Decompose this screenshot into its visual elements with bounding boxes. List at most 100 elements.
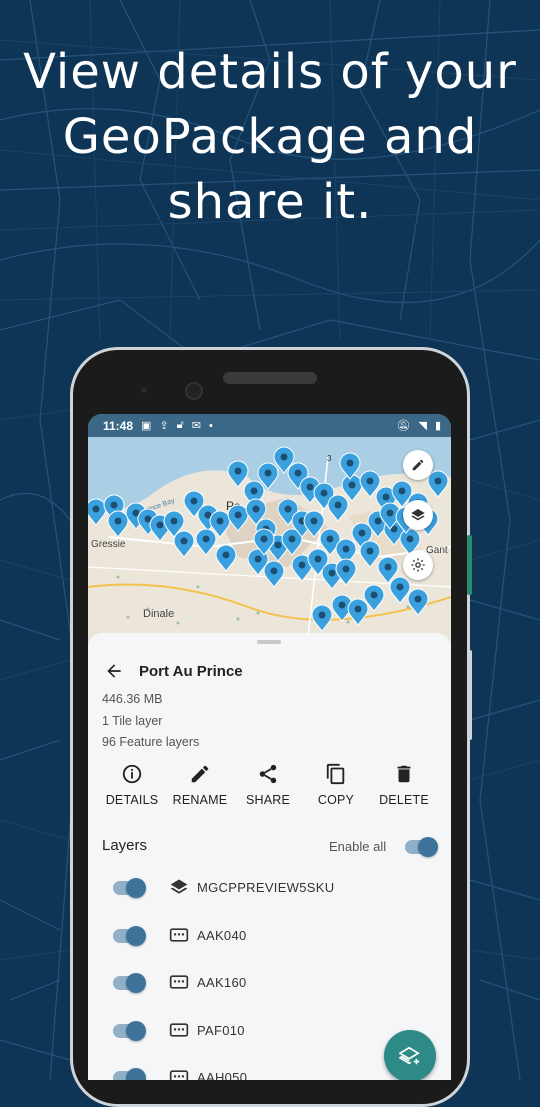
layer-toggle[interactable] [113, 973, 146, 993]
map-marker-dot [234, 511, 242, 519]
layer-toggle[interactable] [113, 1068, 146, 1080]
map-marker-dot [216, 517, 224, 525]
headline-line-3: share it. [167, 174, 373, 230]
map-marker-dot [338, 601, 346, 609]
layer-row[interactable]: AAK040 [88, 926, 451, 976]
trash-icon [397, 765, 411, 783]
map-label-road: 3 [327, 454, 332, 463]
status-time: 11:48 [103, 418, 134, 433]
share-button[interactable]: SHARE [234, 763, 302, 807]
map-marker-dot [170, 517, 178, 525]
rename-button[interactable]: RENAME [166, 763, 234, 807]
share-icon [259, 764, 277, 784]
map-marker-dot [342, 565, 350, 573]
map-marker-dot [406, 535, 414, 543]
map-marker-dot [374, 517, 382, 525]
layer-toggle[interactable] [113, 926, 146, 946]
map-marker-dot [326, 535, 334, 543]
layer-toggle[interactable] [113, 878, 146, 898]
edit-map-button[interactable] [403, 450, 433, 480]
share-button-label: SHARE [245, 793, 291, 807]
map-marker-dot [334, 501, 342, 509]
phone-camera [185, 382, 203, 400]
map-marker-dot [370, 591, 378, 599]
map-marker-dot [310, 517, 318, 525]
feature-layer-icon [169, 928, 189, 942]
battery-icon: ▮ [434, 420, 441, 432]
enable-all-toggle[interactable] [405, 837, 438, 857]
layer-row[interactable]: MGCPPREVIEW5SKU [88, 878, 451, 928]
map-marker-dot [346, 459, 354, 467]
layer-name: PAF010 [197, 1023, 245, 1038]
delete-button-label: DELETE [379, 793, 429, 807]
layers-map-button[interactable] [403, 500, 433, 530]
phone-power-button [467, 535, 472, 595]
map-marker-dot [348, 481, 356, 489]
layers-icon [411, 509, 425, 521]
phone-volume-button [467, 650, 472, 740]
mail-icon: ✉ [191, 420, 202, 432]
map-marker-dot [252, 505, 260, 513]
mute-icon: 🔕︎ [396, 420, 411, 432]
copy-button-label: COPY [317, 793, 355, 807]
image-icon: ▣ [141, 420, 152, 432]
map-marker-dot [398, 487, 406, 495]
feature-layer-icon [169, 1070, 189, 1080]
layer-name: AAH050 [197, 1070, 248, 1080]
add-layer-fab[interactable] [384, 1030, 436, 1080]
map-marker-dot [234, 467, 242, 475]
map-marker-dot [342, 545, 350, 553]
add-layer-icon [399, 1046, 420, 1065]
map-marker-dot [264, 469, 272, 477]
map-marker-dot [250, 487, 258, 495]
settings-map-button[interactable] [403, 550, 433, 580]
promo-headline: View details of your GeoPackage and shar… [0, 40, 540, 235]
map-marker-dot [298, 561, 306, 569]
map-marker-dot [270, 567, 278, 575]
pencil-icon [191, 765, 209, 783]
delete-button[interactable]: DELETE [370, 763, 438, 807]
feature-layer-icon [169, 975, 189, 989]
feature-layer-icon [169, 1023, 189, 1037]
map-view[interactable]: Port-au-Prince Bay Po Gressie Dinale Gan… [88, 437, 451, 637]
sheet-drag-handle[interactable] [257, 640, 281, 644]
rename-button-label: RENAME [172, 793, 228, 807]
lock-icon: 🔓︎ [176, 419, 184, 431]
map-marker-dot [92, 505, 100, 513]
phone-speaker [223, 372, 317, 384]
layer-row[interactable]: AAK160 [88, 973, 451, 1023]
pencil-icon [412, 459, 424, 471]
layer-name: MGCPPREVIEW5SKU [197, 880, 335, 895]
map-marker-dot [320, 489, 328, 497]
map-marker-dot [274, 541, 282, 549]
map-marker-dot [414, 595, 422, 603]
action-bar: DETAILS RENAME SHARE COPY DELETE [98, 763, 438, 807]
map-marker-dot [202, 535, 210, 543]
map-marker-dot [180, 537, 188, 545]
copy-button[interactable]: COPY [302, 763, 370, 807]
layer-toggle[interactable] [113, 1021, 146, 1041]
tile-layer-icon [170, 879, 188, 894]
map-marker-dot [382, 493, 390, 501]
status-bar: 11:48 ▣ ⇪ 🔓︎ ✉ • 🔕︎ ◥ ▮ [88, 414, 451, 437]
map-marker-dot [366, 477, 374, 485]
info-icon [122, 764, 142, 784]
map-marker-dot [434, 477, 442, 485]
map-marker-dot [284, 505, 292, 513]
details-button[interactable]: DETAILS [98, 763, 166, 807]
map-marker-dot [384, 563, 392, 571]
map-marker-dot [288, 535, 296, 543]
layer-name: AAK040 [197, 928, 247, 943]
layer-name: AAK160 [197, 975, 247, 990]
back-arrow-icon[interactable] [104, 661, 124, 681]
map-marker-dot [358, 529, 366, 537]
geopackage-title: Port Au Prince [139, 663, 243, 680]
map-marker-dot [306, 483, 314, 491]
phone-screen: 11:48 ▣ ⇪ 🔓︎ ✉ • 🔕︎ ◥ ▮ Port-au-Prince B… [88, 414, 451, 1080]
map-marker-dot [222, 551, 230, 559]
geopackage-details-sheet: Port Au Prince 446.36 MB 1 Tile layer 96… [88, 633, 451, 1080]
map-marker-dot [114, 517, 122, 525]
map-marker-dot [354, 605, 362, 613]
dot-icon: • [209, 419, 213, 432]
map-marker-dot [156, 521, 164, 529]
